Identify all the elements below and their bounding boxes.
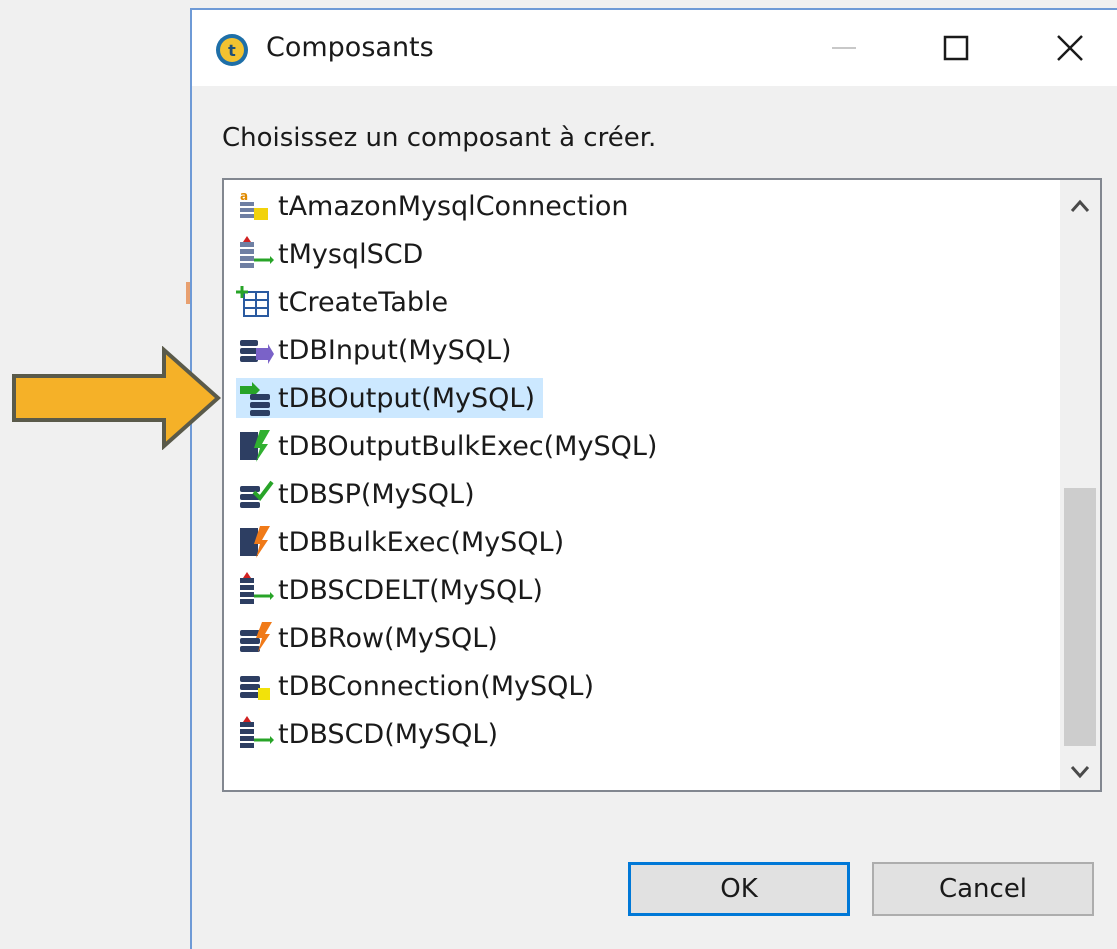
- list-item[interactable]: tDBOutput(MySQL): [236, 378, 543, 418]
- callout-arrow-icon: [12, 346, 222, 450]
- scd-icon: [240, 716, 274, 748]
- list-item-label: tDBOutputBulkExec(MySQL): [278, 430, 658, 462]
- db-output-icon: [240, 382, 270, 416]
- list-item[interactable]: tDBOutputBulkExec(MySQL): [236, 426, 665, 466]
- title-bar[interactable]: t Composants: [192, 10, 1117, 86]
- db-sp-icon: [240, 480, 274, 508]
- list-item[interactable]: tDBBulkExec(MySQL): [236, 522, 572, 562]
- scrollbar-thumb[interactable]: [1064, 488, 1096, 746]
- list-item-label: tDBSP(MySQL): [278, 478, 475, 510]
- list-item-label: tMysqlSCD: [278, 238, 424, 270]
- list-item[interactable]: tDBInput(MySQL): [236, 330, 520, 370]
- list-item-label: tDBOutput(MySQL): [278, 382, 535, 414]
- list-item[interactable]: tDBSCD(MySQL): [236, 714, 506, 754]
- list-item-label: tDBSCD(MySQL): [278, 718, 498, 750]
- db-input-icon: [240, 340, 274, 364]
- svg-text:t: t: [228, 41, 236, 60]
- list-item[interactable]: tDBRow(MySQL): [236, 618, 506, 658]
- cancel-button[interactable]: Cancel: [872, 862, 1094, 916]
- list-item[interactable]: tDBSCDELT(MySQL): [236, 570, 551, 610]
- talend-app-icon: t: [216, 34, 248, 66]
- list-item-label: tAmazonMysqlConnection: [278, 190, 629, 222]
- close-button[interactable]: [1040, 20, 1100, 76]
- list-item[interactable]: tCreateTable: [236, 282, 456, 322]
- ok-button[interactable]: OK: [628, 862, 850, 916]
- components-list[interactable]: a tAmazonMysqlConnection tMysqlSCD tCrea…: [222, 178, 1102, 792]
- list-item[interactable]: tDBConnection(MySQL): [236, 666, 602, 706]
- list-item-label: tDBConnection(MySQL): [278, 670, 594, 702]
- chevron-down-icon: [1070, 766, 1090, 779]
- list-item-label: tDBBulkExec(MySQL): [278, 526, 565, 558]
- vertical-scrollbar[interactable]: [1060, 180, 1100, 790]
- svg-text:a: a: [240, 189, 248, 203]
- list-item[interactable]: tMysqlSCD: [236, 234, 431, 274]
- maximize-icon: [943, 35, 969, 61]
- scd-icon: [240, 236, 274, 268]
- list-item[interactable]: a tAmazonMysqlConnection: [236, 186, 636, 226]
- scroll-down-button[interactable]: [1066, 758, 1094, 786]
- scroll-up-button[interactable]: [1066, 192, 1094, 220]
- db-row-icon: [240, 622, 272, 652]
- amazon-mysql-connection-icon: a: [240, 189, 268, 220]
- components-dialog: t Composants Choisissez un composant à c…: [190, 8, 1117, 949]
- db-connection-icon: [240, 676, 270, 700]
- list-item-label: tDBSCDELT(MySQL): [278, 574, 543, 606]
- list-item-label: tCreateTable: [278, 286, 449, 318]
- create-table-icon: [236, 286, 269, 317]
- bulk-exec-icon: [240, 430, 270, 462]
- list-item-label: tDBInput(MySQL): [278, 334, 512, 366]
- minimize-button[interactable]: [814, 20, 874, 76]
- chevron-up-icon: [1070, 199, 1090, 212]
- dialog-prompt: Choisissez un composant à créer.: [222, 123, 657, 153]
- minimize-icon: [832, 47, 856, 49]
- window-title: Composants: [266, 32, 434, 63]
- scd-icon: [240, 572, 274, 604]
- list-item[interactable]: tDBSP(MySQL): [236, 474, 483, 514]
- bulk-exec-icon: [240, 526, 270, 558]
- close-icon: [1057, 35, 1083, 61]
- maximize-button[interactable]: [926, 20, 986, 76]
- background-application: [0, 0, 190, 949]
- list-item-label: tDBRow(MySQL): [278, 622, 498, 654]
